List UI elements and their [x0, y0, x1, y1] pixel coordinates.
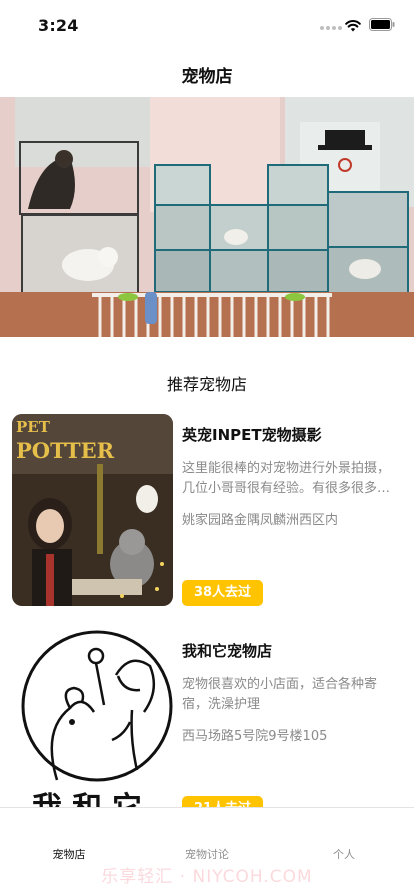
signal-icon: [320, 26, 342, 30]
status-time: 3:24: [38, 16, 79, 35]
tab-pet-shops[interactable]: 宠物店: [14, 846, 124, 862]
hero-banner-image[interactable]: [0, 97, 414, 337]
shop-address: 西马场路5号院9号楼105: [182, 729, 328, 744]
section-title-recommended: 推荐宠物店: [166, 375, 247, 394]
battery-icon: [369, 18, 395, 31]
shop-card[interactable]: 我和它 我和它宠物店 宠物很喜欢的小店面，适合各种寄宿，洗澡护理 西马场路5号院…: [12, 630, 402, 822]
page-title: 宠物店: [181, 67, 233, 87]
shop-description: 宠物很喜欢的小店面，适合各种寄宿，洗澡护理: [182, 677, 378, 712]
shop-name[interactable]: 我和它宠物店: [182, 640, 402, 661]
shop-info: 我和它宠物店 宠物很喜欢的小店面，适合各种寄宿，洗澡护理 西马场路5号院9号楼1…: [182, 630, 402, 744]
image-caption-potter: POTTER: [16, 438, 115, 463]
shop-image[interactable]: 我和它: [12, 630, 173, 822]
tab-profile[interactable]: 个人: [289, 846, 399, 862]
status-bar: 3:24: [0, 0, 414, 50]
watermark: 乐享轻汇 · NIYCOH.COM: [101, 867, 313, 887]
shop-image[interactable]: PET POTTER: [12, 414, 173, 606]
wifi-icon: [345, 19, 361, 32]
shop-address: 姚家园路金隅凤麟洲西区内: [182, 513, 339, 528]
shop-name[interactable]: 英宠INPET宠物摄影: [182, 424, 402, 445]
shop-info: 英宠INPET宠物摄影 这里能很棒的对宠物进行外景拍摄，几位小哥哥很有经验。有很…: [182, 414, 402, 528]
image-caption-pet: PET: [16, 418, 51, 436]
shop-description: 这里能很棒的对宠物进行外景拍摄，几位小哥哥很有经验。有很多很多的东西: [182, 461, 391, 496]
shop-card[interactable]: PET POTTER 英宠INPET宠物摄影 这里能很棒的对宠物进行外景拍摄，几…: [12, 414, 402, 606]
visit-count-badge[interactable]: 38人去过: [182, 580, 263, 606]
tab-pet-discussion[interactable]: 宠物讨论: [152, 846, 262, 862]
